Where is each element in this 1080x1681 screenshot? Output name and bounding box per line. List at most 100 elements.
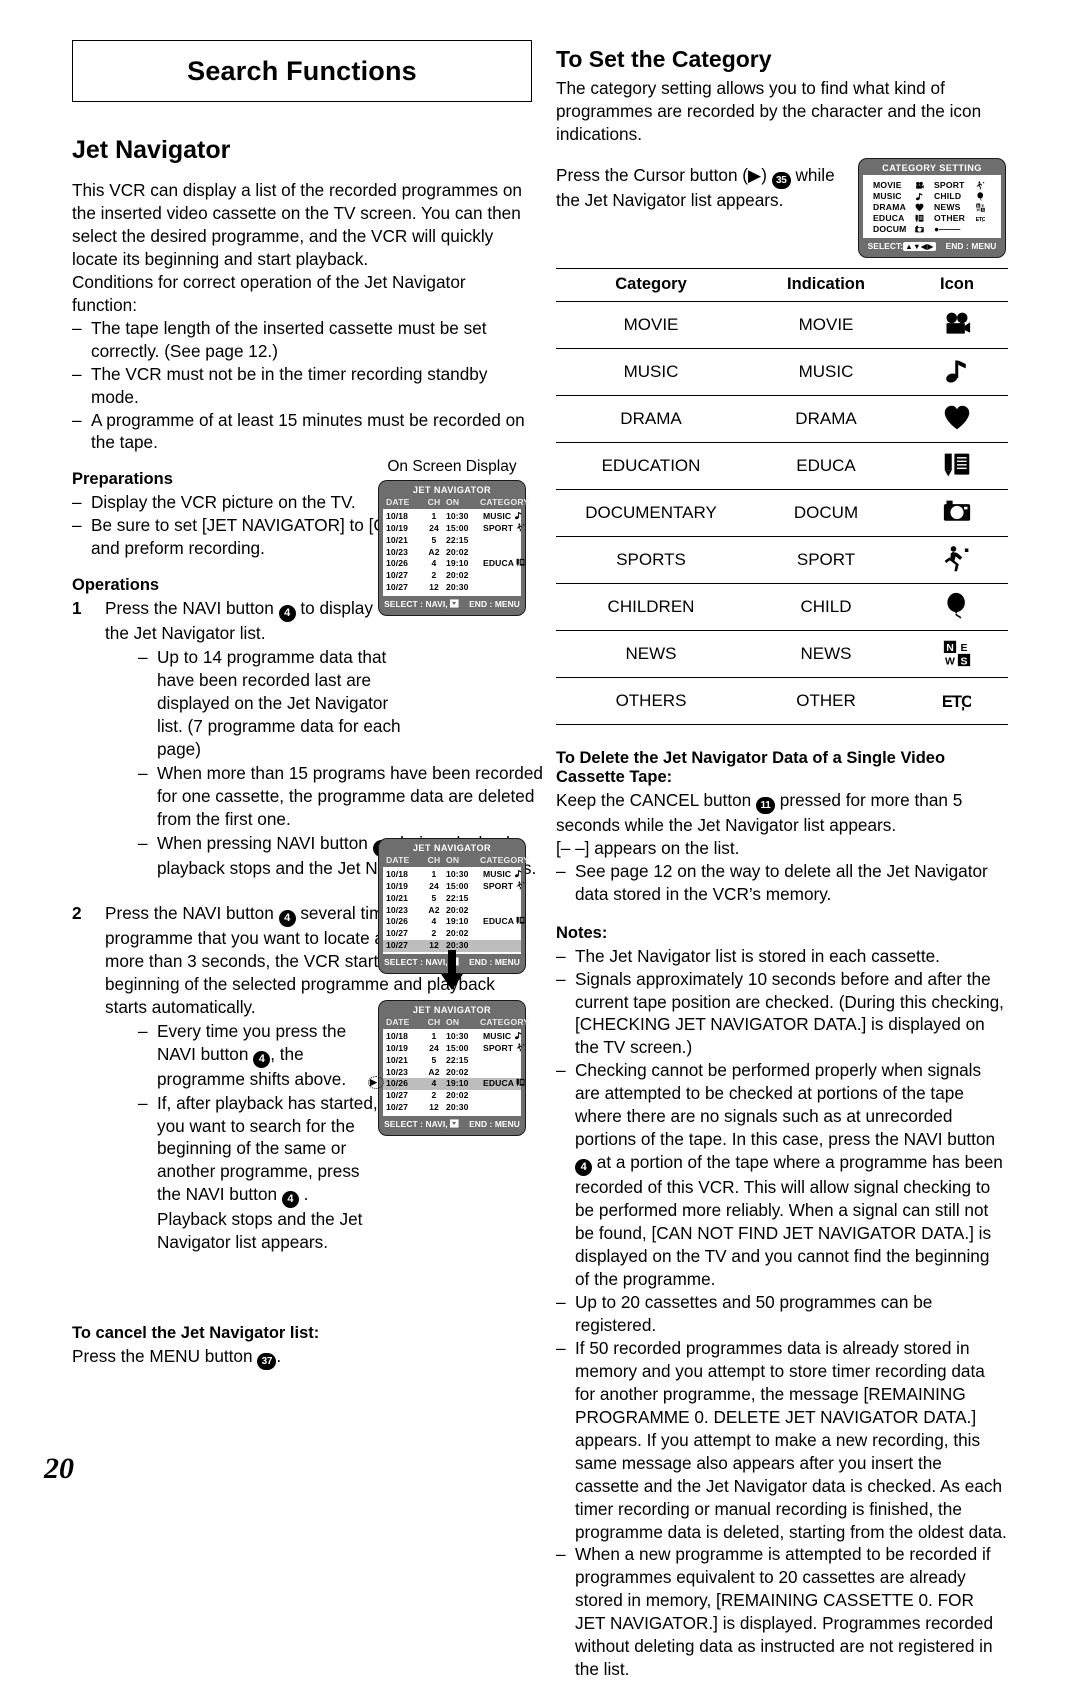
cell-on: 10:30 [446,511,480,523]
list-item: When a new programme is attempted to be … [556,1543,1008,1681]
cursor-down-box-icon [450,1119,459,1128]
osd-row: 10/27220:02 [383,928,521,940]
sports-icon [976,181,985,190]
svg-text:E: E [982,203,985,207]
cursor-down-box-icon [450,599,459,608]
sub-text-a: When pressing NAVI button [157,833,373,853]
note-text-a: Checking cannot be performed properly wh… [575,1060,995,1149]
osd-rows: 10/18110:30MUSIC 10/192415:00SPORT 10/21… [383,867,521,954]
education-icon [915,214,924,223]
cell-on: 22:15 [446,893,480,905]
osd-row: 10/27220:02 [383,1090,521,1102]
cell-icon [906,583,1008,630]
cell-date: 10/19 [386,1043,422,1055]
cursor-button-badge: 35 [772,172,791,189]
osd-jet-navigator-3-wrap: JET NAVIGATOR DATE CH ON CATEGORY 10/181… [378,1000,526,1136]
sub-text-c: Playback stops and the Jet Navigator lis… [157,1208,386,1254]
cell-ch: A2 [422,905,446,917]
balloon-icon [942,592,972,622]
cell-date: 10/27 [386,570,422,582]
osd-category-setting: CATEGORY SETTING MOVIESPORTMUSICCHILDDRA… [858,158,1006,258]
sub-text: When more than 15 programs have been rec… [157,763,543,829]
category-setting-item[interactable]: CHILD [934,191,995,201]
delete-title-line2: Cassette Tape: [556,768,672,786]
osd-row: 10/18110:30MUSIC [383,869,521,881]
col-ch: CH [422,497,446,507]
etc-icon: ETC [942,686,972,716]
category-setting-item[interactable]: DRAMA [873,202,934,212]
cell-date: 10/18 [386,511,422,523]
list-item: The tape length of the inserted cassette… [72,317,532,363]
cell-date: 10/21 [386,1055,422,1067]
list-item: Up to 14 programme data that have been r… [138,646,410,761]
col-category: CATEGORY [480,497,529,507]
osd-row: 10/271220:30 [383,1102,521,1114]
th-category: Category [556,268,746,301]
osd-caption: On Screen Display [378,458,526,476]
cell-indication: OTHER [746,677,906,724]
page-number: 20 [44,1452,74,1486]
category-setting-item[interactable]: ●––––– [934,224,995,234]
osd-column-headers: DATE CH ON CATEGORY [383,1017,521,1029]
list-item: If 50 recorded programmes data is alread… [556,1337,1008,1544]
list-item: Up to 20 cassettes and 50 programmes can… [556,1291,1008,1337]
movie-camera-icon [942,310,972,340]
cell-category [480,1090,518,1102]
news-icon: NEWS [976,203,985,212]
table-row: DRAMADRAMA [556,395,1008,442]
list-item: If, after playback has started, you want… [138,1092,386,1255]
osd-row: 10/23A220:02 [383,547,521,559]
cell-on: 15:00 [446,881,480,893]
music-note-icon [942,357,972,387]
svg-text:ETC: ETC [943,692,971,711]
sports-icon [516,1043,525,1052]
cell-category [480,535,518,547]
cell-ch: 5 [422,1055,446,1067]
category-setting-item[interactable]: EDUCA [873,213,934,223]
left-column: Search Functions Jet Navigator This VCR … [72,40,532,1370]
category-setting-item[interactable]: NEWSNEWS [934,202,995,212]
cell-category: MUSIC [556,348,746,395]
list-item: The Jet Navigator list is stored in each… [556,945,1008,968]
table-row: NEWSNEWSNEWS [556,630,1008,677]
music-note-icon [514,1031,523,1040]
jet-navigator-intro: This VCR can display a list of the recor… [72,179,532,271]
cell-ch: 2 [422,1090,446,1102]
cell-date: 10/27 [386,1102,422,1114]
cancel-text-pre: Press the MENU button [72,1346,257,1366]
category-setting-item[interactable]: SPORT [934,180,995,190]
cell-on: 20:02 [446,928,480,940]
navi-button-badge: 4 [279,910,296,927]
category-setting-item[interactable]: OTHERETC [934,213,995,223]
osd-rows: 10/18110:30MUSIC 10/192415:00SPORT 10/21… [383,1029,521,1116]
cell-ch: 1 [422,511,446,523]
table-row: EDUCATIONEDUCA [556,442,1008,489]
cell-ch: A2 [422,1067,446,1079]
cell-on: 20:02 [446,1090,480,1102]
cancel-text: Press the MENU button 37. [72,1345,532,1370]
cell-date: 10/26 [386,916,422,928]
table-row: MOVIEMOVIE [556,301,1008,348]
cell-indication: EDUCA [746,442,906,489]
svg-text:E: E [960,642,967,654]
cell-date: 10/19 [386,523,422,535]
cell-category [480,1102,518,1114]
cell-date: 10/27 [386,940,422,952]
cell-date: 10/18 [386,869,422,881]
cell-ch: 12 [422,1102,446,1114]
osd-footer: SELECT:▲▼◀▶ END : MENU [863,238,1001,252]
cell-category: OTHERS [556,677,746,724]
cell-ch: 5 [422,535,446,547]
svg-text:W: W [945,655,955,667]
osd-jet-navigator-1-wrap: On Screen Display JET NAVIGATOR DATE CH … [378,458,526,616]
cell-on: 19:10 [446,1078,480,1090]
cell-category: SPORT [480,523,525,535]
navi-button-badge: 4 [253,1051,270,1068]
category-setting-item[interactable]: MUSIC [873,191,934,201]
cell-date: 10/27 [386,582,422,594]
delete-note-list: See page 12 on the way to delete all the… [556,860,1008,906]
conditions-list: The tape length of the inserted cassette… [72,317,532,455]
delete-pre: Keep the CANCEL button [556,790,756,810]
category-setting-item[interactable]: DOCUM [873,224,934,234]
category-setting-item[interactable]: MOVIE [873,180,934,190]
